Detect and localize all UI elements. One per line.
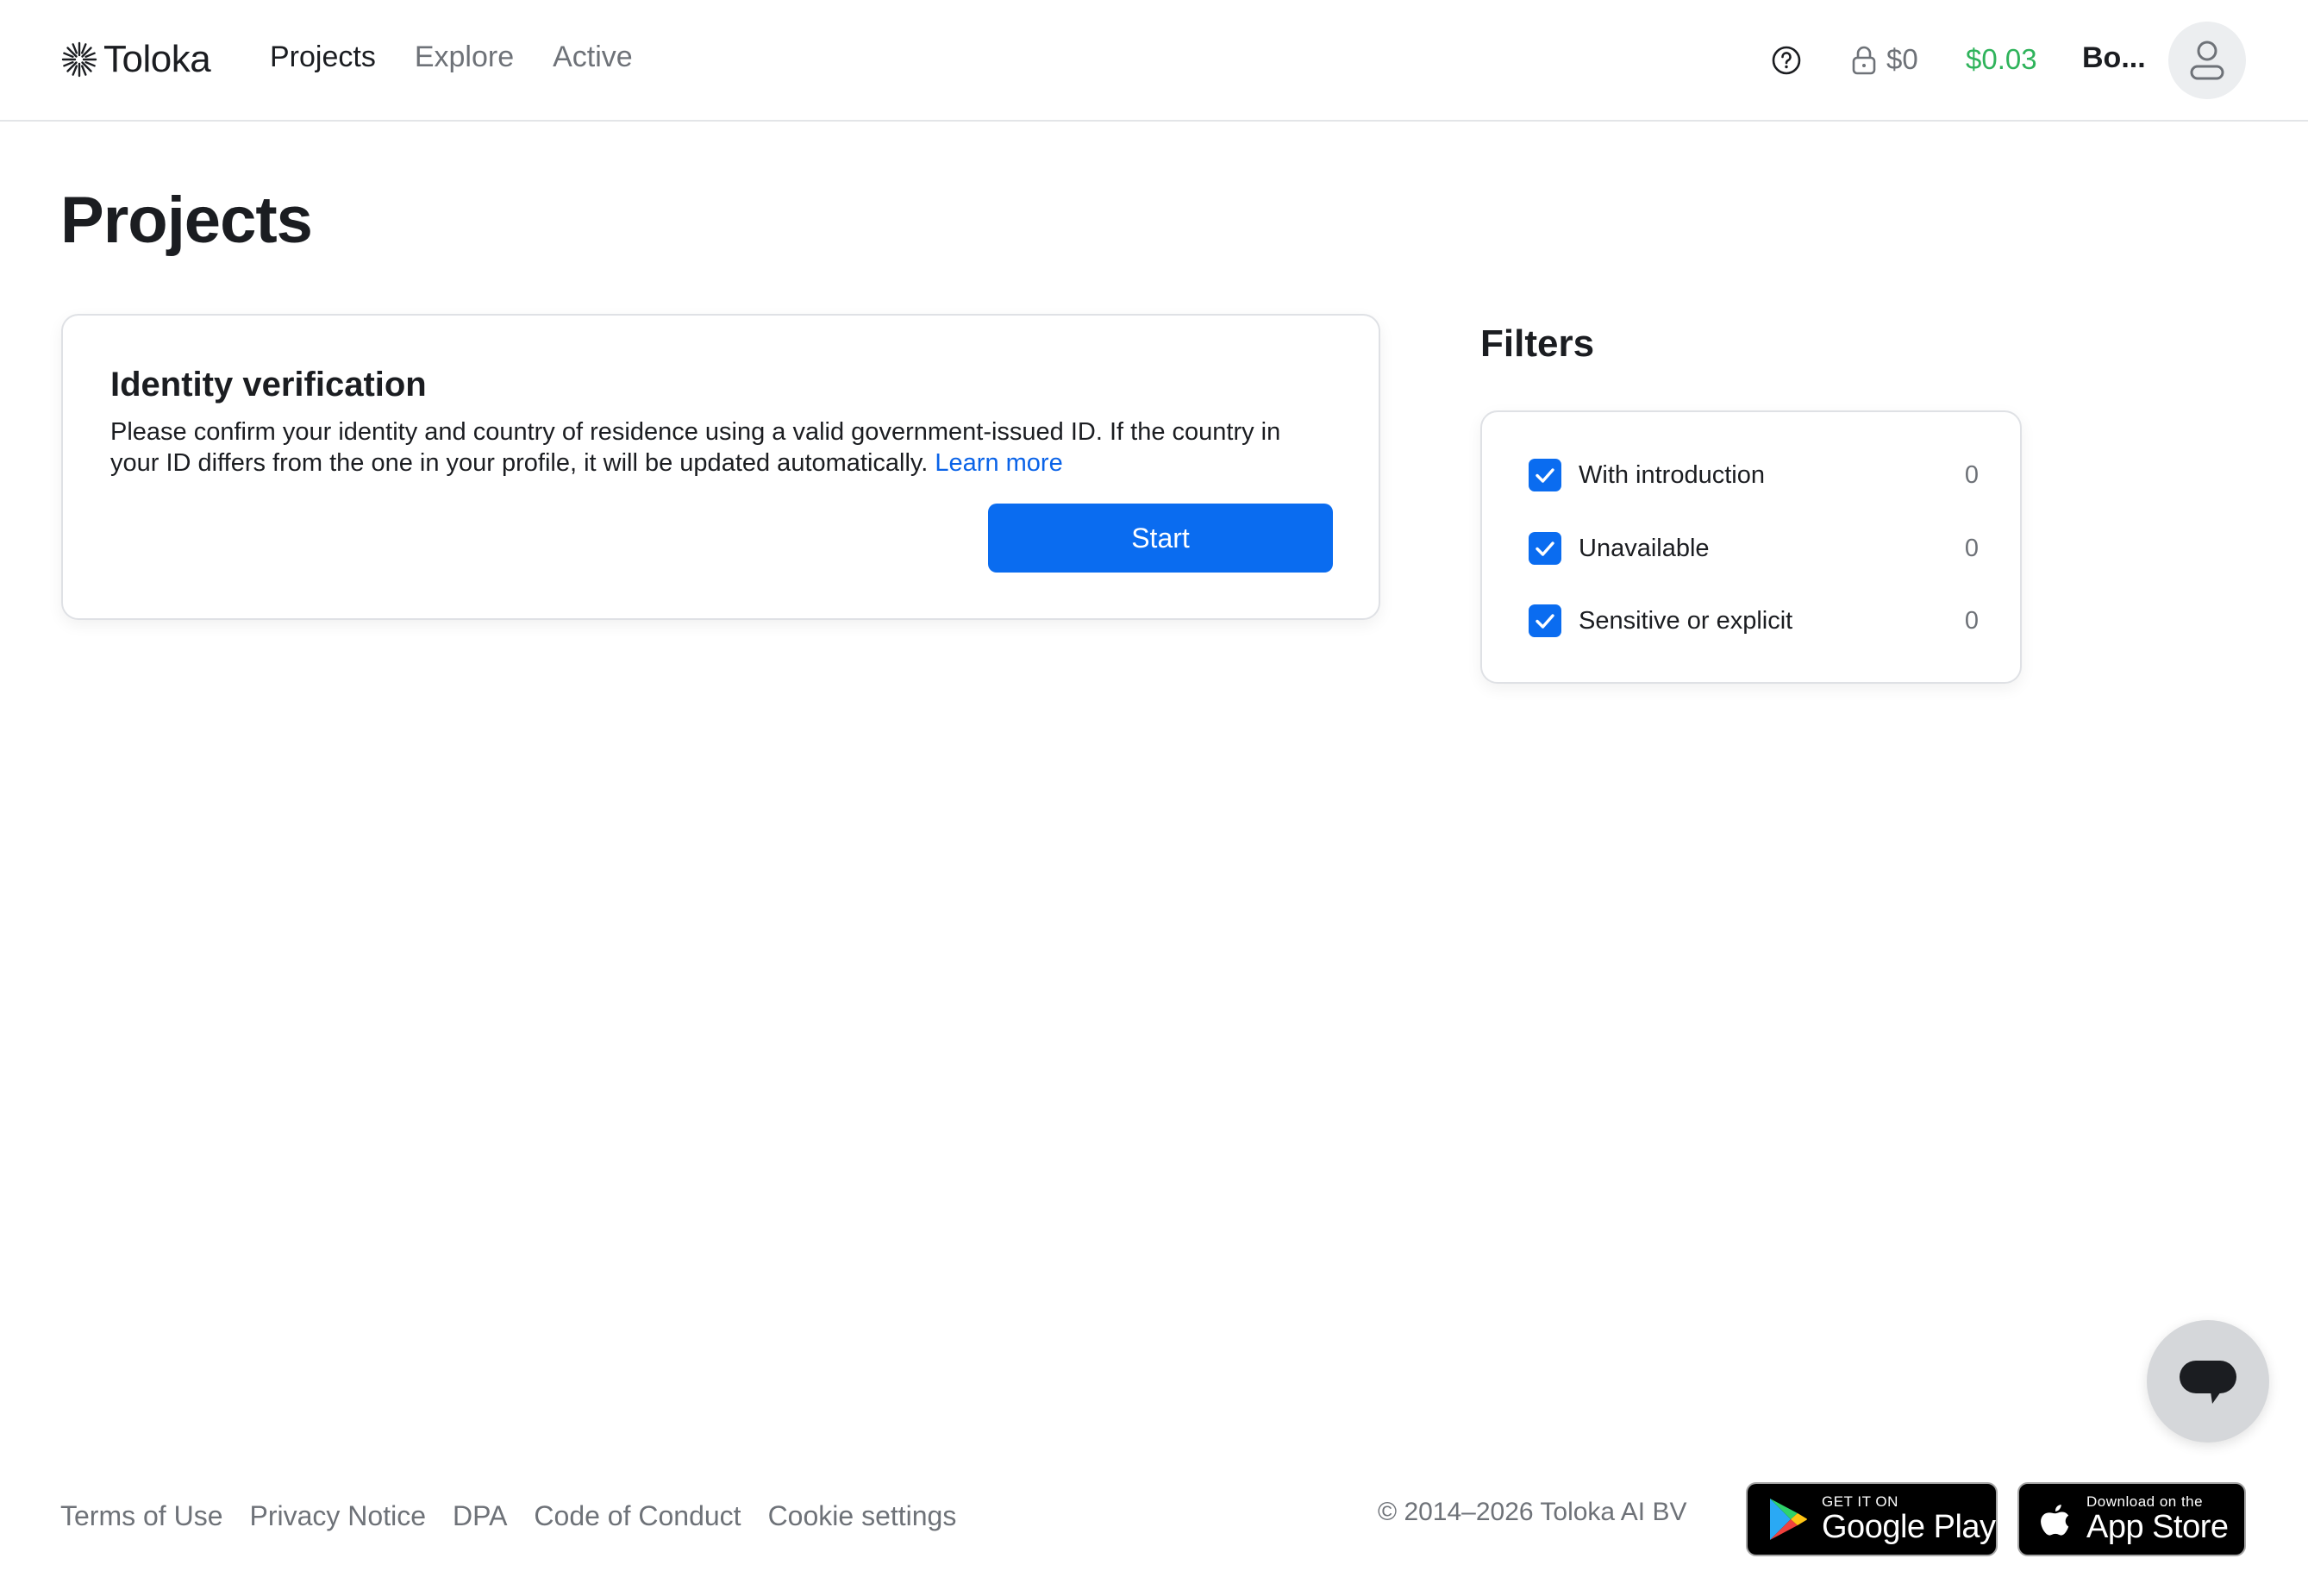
filters-panel: With introduction 0 Unavailable 0 Sensit… — [1480, 410, 2022, 684]
nav-projects[interactable]: Projects — [270, 41, 376, 74]
google-play-icon — [1770, 1499, 1807, 1540]
footer-cookie-link[interactable]: Cookie settings — [768, 1500, 957, 1532]
locked-balance: $0 — [1886, 43, 1918, 75]
learn-more-link[interactable]: Learn more — [935, 449, 1062, 477]
support-chat-button[interactable] — [2147, 1320, 2269, 1443]
footer-terms-link[interactable]: Terms of Use — [60, 1500, 222, 1532]
filter-unavailable[interactable]: Unavailable 0 — [1529, 531, 1979, 566]
nav-explore[interactable]: Explore — [415, 41, 514, 74]
filter-label: Unavailable — [1579, 534, 1710, 562]
app-store-big: App Store — [2086, 1509, 2229, 1545]
checkmark-icon — [1536, 614, 1554, 629]
start-verification-button[interactable]: Start — [988, 504, 1333, 573]
filter-sensitive-explicit[interactable]: Sensitive or explicit 0 — [1529, 604, 1979, 638]
footer-dpa-link[interactable]: DPA — [453, 1500, 507, 1532]
filters-title: Filters — [1480, 322, 1595, 365]
verification-text: Please confirm your identity and country… — [110, 416, 1335, 479]
app-store-small: Download on the — [2086, 1493, 2204, 1510]
filter-label: Sensitive or explicit — [1579, 606, 1793, 635]
filter-checkbox[interactable] — [1529, 459, 1561, 491]
avatar[interactable] — [2168, 22, 2246, 99]
user-icon — [2190, 41, 2224, 80]
filter-label: With introduction — [1579, 460, 1765, 489]
identity-verification-card: Identity verification Please confirm you… — [61, 314, 1380, 620]
google-play-small: GET IT ON — [1822, 1493, 1898, 1510]
footer-links: Terms of Use Privacy Notice DPA Code of … — [60, 1500, 983, 1532]
nav-active[interactable]: Active — [553, 41, 633, 74]
checkmark-icon — [1536, 541, 1554, 556]
lock-icon — [1852, 46, 1876, 75]
filter-count: 0 — [1964, 460, 1979, 489]
app-store-badge[interactable]: Download on the App Store — [2017, 1482, 2246, 1556]
google-play-badge[interactable]: GET IT ON Google Play — [1746, 1482, 1998, 1556]
filter-checkbox[interactable] — [1529, 532, 1561, 565]
filter-with-introduction[interactable]: With introduction 0 — [1529, 458, 1979, 492]
footer-privacy-link[interactable]: Privacy Notice — [249, 1500, 426, 1532]
toloka-logo[interactable]: Toloka — [60, 38, 211, 81]
apple-icon — [2041, 1505, 2069, 1536]
top-header: Toloka Projects Explore Active $0 $0.03 … — [0, 0, 2308, 122]
main-nav: Projects Explore Active — [270, 41, 672, 74]
google-play-big: Google Play — [1822, 1509, 1996, 1545]
verification-description: Please confirm your identity and country… — [110, 418, 1281, 477]
checkmark-icon — [1536, 468, 1554, 483]
copyright: © 2014–2026 Toloka AI BV — [1378, 1498, 1687, 1526]
help-circle-icon[interactable] — [1771, 45, 1802, 76]
available-balance[interactable]: $0.03 — [1966, 43, 2037, 76]
page-title: Projects — [60, 184, 313, 257]
filter-checkbox[interactable] — [1529, 604, 1561, 637]
verification-title: Identity verification — [110, 366, 427, 404]
toloka-sunburst-icon — [61, 41, 97, 78]
brand-name: Toloka — [103, 38, 211, 80]
user-name[interactable]: Bo... — [2082, 41, 2146, 75]
filter-count: 0 — [1964, 534, 1979, 562]
filter-count: 0 — [1964, 606, 1979, 635]
chat-bubble-icon — [2180, 1361, 2236, 1404]
footer-conduct-link[interactable]: Code of Conduct — [534, 1500, 741, 1532]
